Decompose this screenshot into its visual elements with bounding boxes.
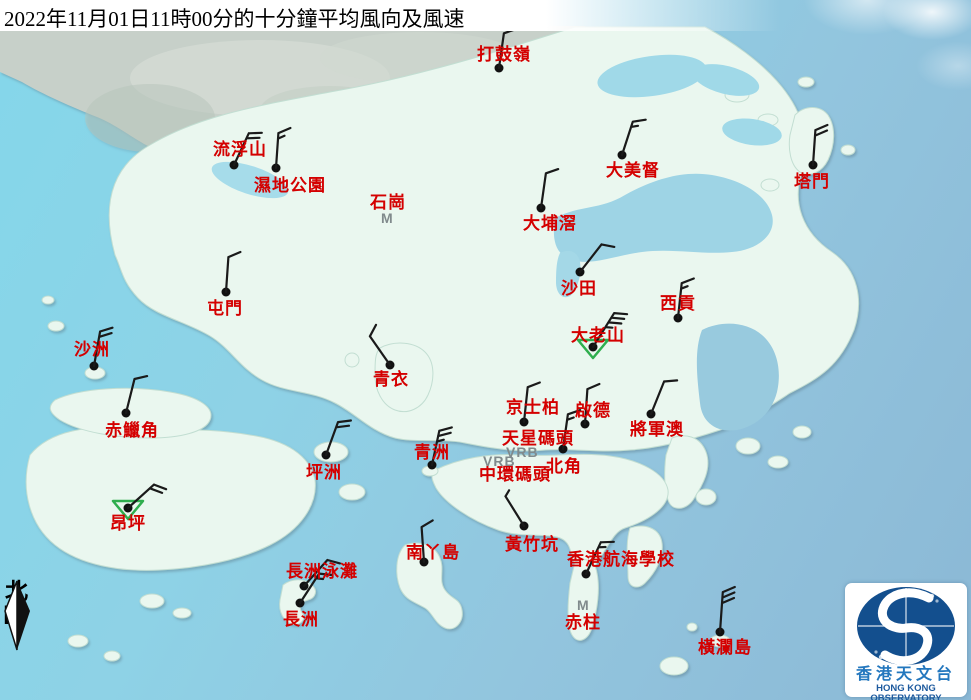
station-label: 將軍澳: [630, 421, 684, 438]
station-label: 塔門: [794, 173, 830, 190]
wind-barb: [541, 169, 558, 208]
station-label: 香港航海學校: [567, 551, 675, 568]
station-label: 坪洲: [306, 464, 342, 481]
map-title: 2022年11月01日11時00分的十分鐘平均風向及風速: [4, 3, 464, 33]
station-label: 赤柱: [565, 614, 601, 631]
station-label: 打鼓嶺: [477, 46, 531, 63]
wind-map: 打鼓嶺流浮山濕地公園石崗M大美督塔門大埔滘沙田屯門西貢沙洲大老山青衣赤鱲角京士柏…: [0, 0, 971, 700]
wind-barb: [326, 421, 351, 456]
station-label: 流浮山: [213, 141, 267, 158]
station-label: 西貢: [660, 295, 696, 312]
wind-barb: [506, 490, 525, 526]
station-label: 南丫島: [406, 544, 460, 561]
wind-barb: [651, 380, 677, 414]
station-label: 赤鱲角: [105, 422, 159, 439]
variable-wind-mark: VRB: [483, 454, 516, 468]
missing-data-mark: M: [577, 598, 589, 612]
station-label: 沙洲: [74, 341, 110, 358]
station-label: 橫瀾島: [698, 639, 752, 656]
station-label: 大埔滘: [523, 215, 577, 232]
station-label: 昂坪: [110, 515, 146, 532]
wind-barb: [276, 128, 290, 168]
wind-barb: [128, 485, 166, 508]
station-label: 北角: [546, 458, 582, 475]
wind-barb-layer: [0, 0, 971, 700]
station-label: 長洲: [283, 611, 319, 628]
station-label: 石崗: [370, 194, 406, 211]
hko-name-cn: 香港天文台: [845, 667, 967, 683]
hko-name-en: HONG KONG OBSERVATORY: [845, 684, 967, 700]
wind-barb: [370, 325, 390, 365]
station-label: 大美督: [606, 162, 660, 179]
wind-barb: [580, 244, 614, 272]
station-label: 青洲: [414, 444, 450, 461]
station-label: 黃竹坑: [505, 536, 559, 553]
wind-barb: [622, 120, 646, 155]
north-arrow: 北 N: [2, 580, 42, 627]
wind-barb: [126, 376, 147, 413]
station-label: 濕地公園: [254, 177, 326, 194]
wind-barb: [226, 252, 240, 292]
wind-barb: [813, 125, 827, 165]
station-label: 屯門: [207, 300, 243, 317]
station-label: 大老山: [571, 327, 625, 344]
hko-logo: 香港天文台 HONG KONG OBSERVATORY: [845, 583, 967, 697]
station-label: 青衣: [373, 371, 409, 388]
station-label: 沙田: [561, 280, 597, 297]
station-label: 長洲泳灘: [286, 563, 358, 580]
station-label: 京士柏: [506, 399, 560, 416]
missing-data-mark: M: [381, 211, 393, 225]
compass-needle-icon: [2, 580, 42, 652]
station-label: 啟德: [575, 402, 611, 419]
wind-barb: [720, 587, 735, 632]
